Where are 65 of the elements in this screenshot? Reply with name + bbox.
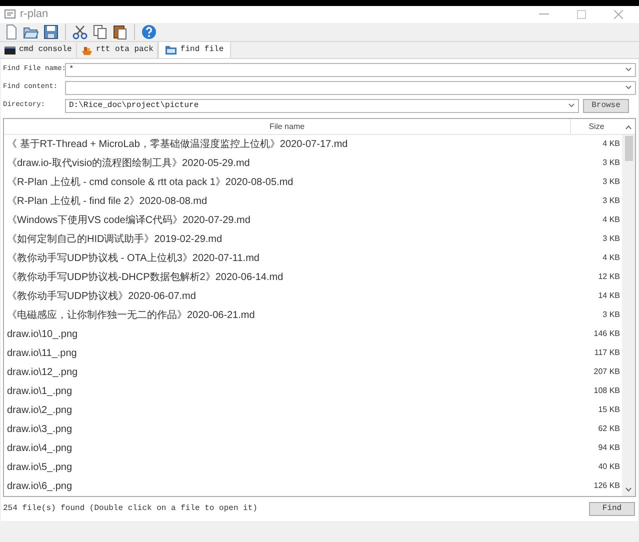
size-cell-text: 4 KB	[602, 214, 621, 226]
toolbar-button[interactable]	[42, 22, 60, 40]
toolbar-button[interactable]	[91, 22, 109, 40]
size-cell-text: 3 KB	[602, 309, 621, 321]
file-name-cell[interactable]: 《教你动手写UDP协议栈-DHCP数据包解析2》2020-06-14.md	[4, 270, 570, 284]
dropdown-icon[interactable]	[625, 67, 632, 72]
file-name-cell[interactable]: 《draw.io-取代visio的流程图绘制工具》2020-05-29.md	[4, 156, 570, 170]
field-value: D:\Rice_doc\project\picture	[69, 100, 200, 112]
size-cell-text: 40 KB	[597, 461, 621, 473]
field-value: *	[69, 64, 75, 76]
terminal-icon	[4, 44, 16, 56]
file-name-cell[interactable]: draw.io\4_.png	[4, 440, 570, 456]
file-name-cell[interactable]: draw.io\11_.png	[4, 346, 570, 360]
find-button[interactable]: Find	[589, 502, 635, 516]
cargo-icon	[80, 44, 93, 56]
dropdown-icon[interactable]	[568, 103, 575, 108]
help-button[interactable]	[140, 22, 158, 40]
folder-icon	[165, 44, 178, 55]
file-name-cell[interactable]: draw.io\6_.png	[4, 478, 570, 494]
window-title: r-plan	[20, 7, 48, 22]
size-cell-text: 3 KB	[602, 157, 621, 169]
browse-button[interactable]: Browse	[583, 98, 629, 112]
toolbar-button[interactable]	[111, 22, 129, 40]
file-name-cell[interactable]: 《教你动手写UDP协议栈 - OTA上位机3》2020-07-11.md	[4, 250, 570, 266]
size-cell-text: 3 KB	[602, 233, 621, 245]
size-cell-text: 12 KB	[597, 271, 621, 283]
close-icon[interactable]	[614, 10, 623, 19]
tab[interactable]: find file	[158, 40, 231, 58]
size-cell-text: 4 KB	[602, 138, 621, 150]
size-cell-text: 146 KB	[592, 328, 621, 340]
file-name-cell[interactable]: draw.io\2_.png	[4, 402, 570, 418]
scroll-up-icon[interactable]	[625, 124, 632, 130]
file-name-cell[interactable]: draw.io\1_.png	[4, 384, 570, 398]
scrollbar-thumb[interactable]	[624, 136, 632, 160]
file-name-cell[interactable]: 《Windows下使用VS code编译C代码》2020-07-29.md	[4, 212, 570, 228]
size-cell-text: 14 KB	[597, 290, 621, 302]
size-cell-text: 94 KB	[597, 442, 621, 454]
size-cell-text: 108 KB	[592, 385, 621, 397]
column-header[interactable]: Size	[570, 118, 622, 134]
scroll-down-icon[interactable]	[625, 486, 632, 492]
file-name-cell[interactable]: 《R-Plan 上位机 - cmd console & rtt ota pack 1》2020-08-05.md	[4, 174, 570, 190]
size-cell-text: 62 KB	[597, 423, 621, 435]
combo-box[interactable]: *	[65, 62, 636, 76]
size-cell-text: 126 KB	[592, 480, 621, 492]
file-name-cell[interactable]: 《教你动手写UDP协议栈》2020-06-07.md	[4, 288, 570, 304]
size-cell-text: 207 KB	[592, 366, 621, 378]
size-cell-text: 4 KB	[602, 252, 621, 264]
file-name-cell[interactable]: 《R-Plan 上位机 - find file 2》2020-08-08.md	[4, 194, 570, 208]
size-cell-text: 117 KB	[593, 347, 621, 359]
file-name-cell[interactable]: 《电磁感应，让你制作独一无二的作品》2020-06-21.md	[4, 308, 570, 322]
file-name-cell[interactable]: draw.io\12_.png	[4, 364, 570, 380]
file-name-cell[interactable]: 《如何定制自己的HID调试助手》2019-02-29.md	[4, 232, 570, 246]
size-cell-text: 3 KB	[602, 195, 621, 207]
file-name-cell[interactable]: 《 基于RT-Thread + MicroLab，零基础做温湿度监控上位机》2020-07-17.md	[4, 136, 570, 152]
dropdown-icon[interactable]	[625, 85, 632, 90]
size-cell-text: 15 KB	[597, 404, 621, 416]
column-header[interactable]: File name	[4, 118, 570, 134]
file-name-cell[interactable]: draw.io\3_.png	[4, 422, 570, 436]
status-text: 254 file(s) found (Double click on a file to open it)	[3, 502, 258, 514]
app-icon	[4, 8, 16, 20]
file-name-cell[interactable]: draw.io\5_.png	[4, 460, 570, 474]
scrollbar[interactable]	[622, 134, 635, 496]
size-cell-text: 3 KB	[602, 176, 621, 188]
combo-box[interactable]: D:\Rice_doc\project\picture	[65, 98, 579, 112]
file-name-cell[interactable]: draw.io\10_.png	[4, 326, 570, 342]
